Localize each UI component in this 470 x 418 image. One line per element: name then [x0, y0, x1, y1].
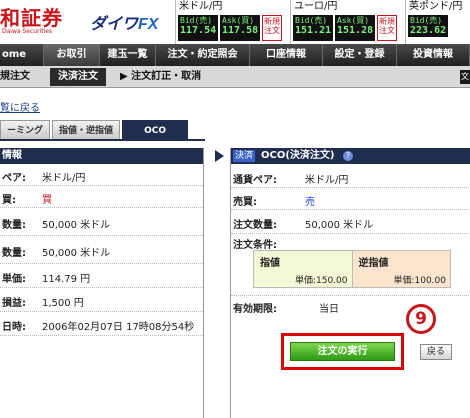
stop-condition-value: 単価:100.00 [393, 276, 446, 286]
position-info-header: 情報 [0, 148, 203, 164]
nav-settings[interactable]: 設定・登録 [323, 44, 397, 66]
nav-market-info[interactable]: 投資情報 [397, 44, 470, 66]
nav-trade[interactable]: お取引 [44, 44, 100, 66]
info-label: 買: [2, 195, 16, 206]
stop-condition-cell: 逆指値 単価:100.00 [352, 251, 450, 287]
order-row-side: 売買: 売 [231, 188, 470, 210]
logo-text: 和証券 [0, 6, 63, 30]
info-label: ペア: [2, 173, 26, 184]
limit-condition-cell: 指値 単価:150.00 [254, 251, 353, 287]
order-value: 米ドル/円 [305, 175, 349, 186]
bid-price-button[interactable]: Bid(売) 117.54 [178, 15, 218, 41]
nav-order-inquiry[interactable]: 注文・約定照会 [156, 44, 250, 66]
bid-value: 117.54 [180, 25, 217, 36]
info-label: 損益: [2, 298, 26, 309]
bid-price-button[interactable]: Bid(売) 151.21 [293, 15, 333, 41]
info-value: 50,000 米ドル [42, 248, 111, 259]
bid-price-button[interactable]: Bid(売) 223.62 [408, 15, 448, 37]
order-label: 通貨ペア: [233, 175, 277, 186]
order-label: 注文条件: [233, 240, 277, 251]
info-label: 数量: [2, 220, 26, 231]
rate-panel-eurjpy: ユーロ/円 Bid(売) 151.21 Ask(買) 151.28 新規注文 [290, 0, 405, 44]
rate-pair-label: ユーロ/円 [294, 1, 338, 12]
subnav-modify-cancel[interactable]: ▶ 注文訂正・取消 [120, 66, 201, 87]
oco-order-title: OCO(決済注文) [261, 150, 335, 161]
stop-condition-label: 逆指値 [358, 258, 389, 269]
back-button[interactable]: 戻る [420, 344, 452, 360]
sub-nav: 規注文 決済注文 ▶ 注文訂正・取消 文 [0, 66, 470, 88]
info-value: 2006年02月07日 17時08分54秒 [42, 322, 195, 333]
bid-value: 151.21 [295, 25, 332, 36]
oco-conditions-table: 指値 単価:150.00 逆指値 単価:100.00 [253, 250, 451, 288]
info-row: 買: 買 [0, 186, 203, 208]
subnav-edge-tab[interactable]: 文 [460, 70, 470, 84]
order-label: 売買: [233, 197, 257, 208]
info-label: 単価: [2, 274, 26, 285]
info-value: 114.79 円 [42, 274, 91, 285]
order-label: 有効期限: [233, 304, 277, 315]
order-value: 当日 [319, 304, 339, 315]
info-row: 単価: 114.79 円 [0, 264, 203, 288]
position-info-panel: 情報 ペア: 米ドル/円 買: 買 数量: 50,000 米ドル 数量: 50,… [0, 148, 204, 418]
info-value: 1,500 円 [42, 298, 84, 309]
new-order-button[interactable]: 新規注文 [262, 15, 282, 41]
oco-order-panel: 決済 OCO(決済注文) ? 通貨ペア: 米ドル/円 売買: 売 注文数量: 5… [230, 148, 470, 418]
tab-streaming[interactable]: ーミング [0, 120, 51, 140]
nav-home[interactable]: ome [0, 44, 44, 66]
info-row: 損益: 1,500 円 [0, 288, 203, 312]
tab-oco[interactable]: OCO [122, 120, 189, 140]
bid-value: 223.62 [410, 25, 447, 36]
order-value: 50,000 米ドル [305, 220, 374, 231]
info-row: 数量: 50,000 米ドル [0, 236, 203, 264]
ask-value: 117.58 [222, 25, 259, 36]
rate-pair-label: 英ポンド/円 [409, 1, 463, 12]
info-value: 50,000 米ドル [42, 220, 111, 231]
settlement-tag: 決済 [233, 150, 256, 162]
rate-pair-label: 米ドル/円 [179, 1, 223, 12]
subnav-settlement-order[interactable]: 決済注文 [50, 68, 106, 86]
order-type-tabs: ーミング 指値・逆指値 OCO [0, 120, 189, 140]
product-logo: ダイワFX [90, 10, 158, 34]
order-label: 注文数量: [233, 220, 277, 231]
arrow-right-icon [215, 150, 224, 162]
info-label: 日時: [2, 322, 26, 333]
new-order-button[interactable]: 新規注文 [377, 15, 397, 41]
back-to-list-link[interactable]: 覧に戻る [0, 99, 40, 114]
limit-condition-value: 単価:150.00 [294, 276, 348, 286]
tab-underline [0, 139, 205, 141]
execute-highlight-frame: 注文の実行 [281, 333, 404, 370]
ask-price-button[interactable]: Ask(買) 117.58 [220, 15, 260, 41]
rate-panel-gbpjpy: 英ポンド/円 Bid(売) 223.62 [405, 0, 470, 44]
info-value: 米ドル/円 [42, 173, 86, 184]
logo: 和証券 Daiwa Securities ダイワFX [0, 0, 175, 44]
tab-limit-stop[interactable]: 指値・逆指値 [52, 120, 121, 140]
nav-positions[interactable]: 建玉一覧 [100, 44, 156, 66]
info-value: 買 [42, 195, 52, 206]
oco-order-header: 決済 OCO(決済注文) ? [231, 148, 470, 164]
step-marker-badge: 9 [406, 304, 436, 334]
help-icon[interactable]: ? [343, 151, 353, 161]
ask-value: 151.28 [337, 25, 374, 36]
product-logo-suffix: FX [138, 16, 159, 33]
limit-condition-label: 指値 [260, 258, 280, 269]
info-label: 数量: [2, 248, 26, 259]
nav-account[interactable]: 口座情報 [250, 44, 323, 66]
info-row: 数量: 50,000 米ドル [0, 208, 203, 236]
product-logo-prefix: ダイワ [90, 16, 139, 33]
order-row-pair: 通貨ペア: 米ドル/円 [231, 166, 470, 188]
subnav-new-order[interactable]: 規注文 [0, 66, 30, 87]
header-banner: 和証券 Daiwa Securities ダイワFX 米ドル/円 Bid(売) … [0, 0, 470, 44]
main-nav: ome お取引 建玉一覧 注文・約定照会 口座情報 設定・登録 投資情報 [0, 44, 470, 66]
order-row-qty: 注文数量: 50,000 米ドル [231, 210, 470, 234]
ask-price-button[interactable]: Ask(買) 151.28 [335, 15, 375, 41]
logo-subtext: Daiwa Securities [2, 28, 53, 35]
rate-panel-usdjpy: 米ドル/円 Bid(売) 117.54 Ask(買) 117.58 新規注文 [175, 0, 290, 44]
execute-order-button[interactable]: 注文の実行 [290, 342, 395, 361]
order-value: 売 [305, 197, 315, 208]
info-row: ペア: 米ドル/円 [0, 164, 203, 186]
info-row: 日時: 2006年02月07日 17時08分54秒 [0, 312, 203, 336]
